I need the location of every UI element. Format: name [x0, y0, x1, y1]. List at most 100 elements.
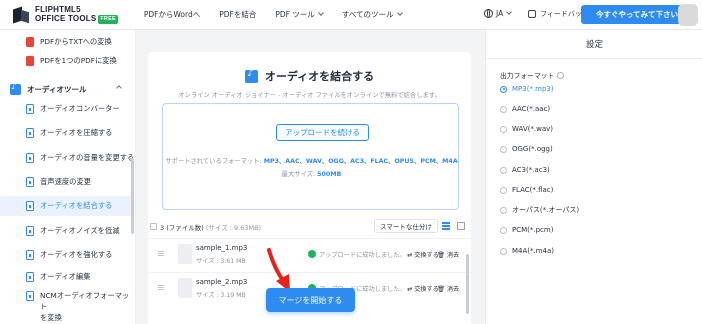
sidebar-item-pdf-to-txt[interactable]: PDFからTXTへの変換: [26, 33, 112, 51]
output-format-label: 出力フォーマット: [500, 70, 565, 80]
format-option-flac[interactable]: FLAC(*.flac): [500, 184, 553, 196]
list-view-icon[interactable]: [442, 222, 450, 230]
language-selector[interactable]: JA: [484, 9, 513, 18]
format-option-wav[interactable]: WAV(*.wav): [500, 123, 553, 135]
drag-handle-icon[interactable]: [158, 251, 164, 256]
format-option-m4a[interactable]: M4A(*.m4a): [500, 245, 554, 257]
file-count-label: 3 (ファイル数): [160, 224, 204, 232]
audio-file-icon: [26, 177, 34, 187]
sidebar-item-pdf-to-one-pdf[interactable]: PDFを1つのPDFに変換: [26, 52, 117, 70]
sidebar-item-label: 音声速度の変更: [40, 177, 92, 186]
audio-file-icon: [26, 104, 34, 114]
music-icon: [244, 68, 258, 83]
list-item: sample_1.mp3 サイズ : 3.61 MB アップロードに成功しました…: [148, 238, 471, 270]
check-circle-icon: [308, 250, 316, 258]
drag-handle-icon[interactable]: [158, 285, 164, 290]
logo[interactable]: FLIPHTML5 OFFICE TOOLS FREE: [12, 5, 118, 24]
sidebar-item-enhance-audio[interactable]: オーディオを強化する: [26, 246, 112, 264]
replace-button[interactable]: ⇄ 交換する: [407, 250, 439, 259]
continue-upload-button[interactable]: アップロードを続ける: [276, 124, 369, 141]
format-label: WAV(*.wav): [512, 125, 554, 133]
sidebar-item-label: PDFからTXTへの変換: [40, 37, 112, 46]
sidebar-item-edit-audio[interactable]: オーディオ編集: [26, 268, 91, 286]
feedback-link[interactable]: フィードバック: [528, 9, 589, 19]
format-option-ac3[interactable]: AC3(*.ac3): [500, 164, 550, 176]
file-name: sample_2.mp3: [196, 278, 248, 286]
logo-line1: FLIPHTML5: [35, 5, 81, 14]
sidebar-item-merge-audio[interactable]: オーディオを結合する: [26, 197, 112, 215]
sidebar-category-audio-tools[interactable]: オーディオツール: [10, 81, 86, 97]
nav-merge-pdf[interactable]: PDFを結合: [219, 9, 256, 20]
nav-label: PDFからWordへ: [143, 10, 201, 19]
sidebar: PDFからTXTへの変換 PDFを1つのPDFに変換 オーディオツール オーディ…: [0, 30, 136, 324]
sidebar-item-change-speed[interactable]: 音声速度の変更: [26, 173, 91, 191]
music-icon: [10, 82, 21, 95]
ncm-line1: NCMオーディオフォーマット: [40, 291, 130, 311]
start-merge-button[interactable]: マージを開始する: [266, 288, 355, 312]
top-header: FLIPHTML5 OFFICE TOOLS FREE PDFからWordへ PD…: [0, 0, 702, 30]
upload-status: アップロードに成功しました。: [319, 252, 406, 259]
file-list-header: 3 (ファイル数) (サイズ : 9.63MB) スマートな仕分け: [148, 214, 471, 238]
sidebar-item-label: オーディオを結合する: [40, 201, 113, 210]
sidebar-item-label: PDFを1つのPDFに変換: [40, 56, 117, 65]
page-subtitle: オンライン オーディオ ジョイナー - オーディオ ファイルをオンラインで無料で…: [178, 92, 441, 99]
radio-icon: [500, 247, 507, 255]
sidebar-item-reduce-noise[interactable]: オーディオノイズを低減: [26, 222, 120, 240]
try-now-button[interactable]: 今すぐやってみて下さい: [581, 5, 693, 24]
sidebar-item-change-volume[interactable]: オーディオの音量を変更する: [26, 149, 134, 167]
delete-button[interactable]: 🗑 消去: [437, 284, 459, 293]
main-content: オーディオを結合する オンライン オーディオ ジョイナー - オーディオ ファイ…: [136, 30, 485, 324]
nav-pdf-to-word[interactable]: PDFからWordへ: [144, 9, 200, 20]
nav-all-tools[interactable]: すべてのツール: [341, 9, 403, 20]
feedback-icon: [528, 10, 536, 18]
avatar[interactable]: [678, 4, 698, 26]
nav-pdf-tools[interactable]: PDF ツール: [275, 9, 324, 20]
format-label: AC3(*.ac3): [512, 166, 550, 174]
settings-panel: 設定 出力フォーマット MP3(*.mp3) AAC(*.aac) WAV(*.…: [485, 30, 702, 324]
logo-text: FLIPHTML5 OFFICE TOOLS FREE: [35, 5, 118, 24]
upload-dropzone[interactable]: アップロードを続ける サポートされているフォーマット: MP3、AAC、WAV、…: [162, 103, 459, 210]
sidebar-item-label: オーディオを強化する: [40, 250, 113, 259]
sidebar-item-label: オーディオを圧縮する: [40, 128, 113, 137]
nav-label: PDFを結合: [219, 10, 257, 19]
sidebar-item-compress-audio[interactable]: オーディオを圧縮する: [26, 124, 112, 142]
format-option-opus[interactable]: オーパス(*.オーパス): [500, 204, 579, 216]
format-label: PCM(*.pcm): [512, 226, 554, 234]
pdf-file-icon: [26, 56, 34, 66]
settings-title: 設定: [585, 40, 603, 50]
file-size: サイズ : 3.61 MB: [196, 258, 246, 265]
sidebar-item-convert-ncm[interactable]: NCMオーディオフォーマット を変換: [26, 290, 135, 323]
audio-file-icon: [26, 201, 34, 211]
sidebar-item-label: オーディオ編集: [40, 272, 91, 281]
replace-button[interactable]: ⇄ 交換する: [407, 284, 439, 293]
format-option-mp3[interactable]: MP3(*.mp3): [500, 83, 554, 95]
radio-icon: [500, 85, 507, 93]
pdf-file-icon: [26, 37, 34, 47]
format-option-aac[interactable]: AAC(*.aac): [500, 103, 550, 115]
radio-icon: [500, 145, 507, 153]
sidebar-item-audio-converter[interactable]: オーディオコンバーター: [26, 100, 120, 118]
radio-icon: [500, 166, 507, 174]
maxsize-label: 最大サイズ:: [281, 171, 318, 178]
page-title: オーディオを結合する: [264, 70, 375, 83]
grid-view-icon[interactable]: [457, 222, 465, 230]
format-option-pcm[interactable]: PCM(*.pcm): [500, 224, 553, 236]
help-icon[interactable]: [557, 71, 565, 79]
file-list-scrollbar[interactable]: [466, 254, 469, 314]
supported-formats: サポートされているフォーマット: MP3、AAC、WAV、OGG、AC3、FLA…: [163, 156, 460, 165]
output-format-text: 出力フォーマット: [500, 72, 555, 80]
chevron-down-icon: [318, 10, 324, 16]
chevron-up-icon[interactable]: [116, 85, 122, 91]
select-all-checkbox[interactable]: [150, 223, 157, 230]
sidebar-item-label: オーディオコンバーター: [40, 104, 120, 113]
file-count: 3 (ファイル数) (サイズ : 9.63MB): [160, 222, 261, 232]
chevron-down-icon: [506, 9, 513, 15]
nav-label: すべてのツール: [341, 10, 394, 19]
format-option-ogg[interactable]: OGG(*.ogg): [500, 143, 553, 155]
sidebar-item-label: オーディオの音量を変更する: [40, 153, 135, 162]
tool-header: オーディオを結合する: [148, 68, 471, 84]
smart-sort-button[interactable]: スマートな仕分け: [374, 219, 438, 233]
divider: [486, 58, 702, 59]
delete-button[interactable]: 🗑 消去: [437, 250, 459, 259]
sidebar-scrollbar[interactable]: [131, 158, 134, 234]
